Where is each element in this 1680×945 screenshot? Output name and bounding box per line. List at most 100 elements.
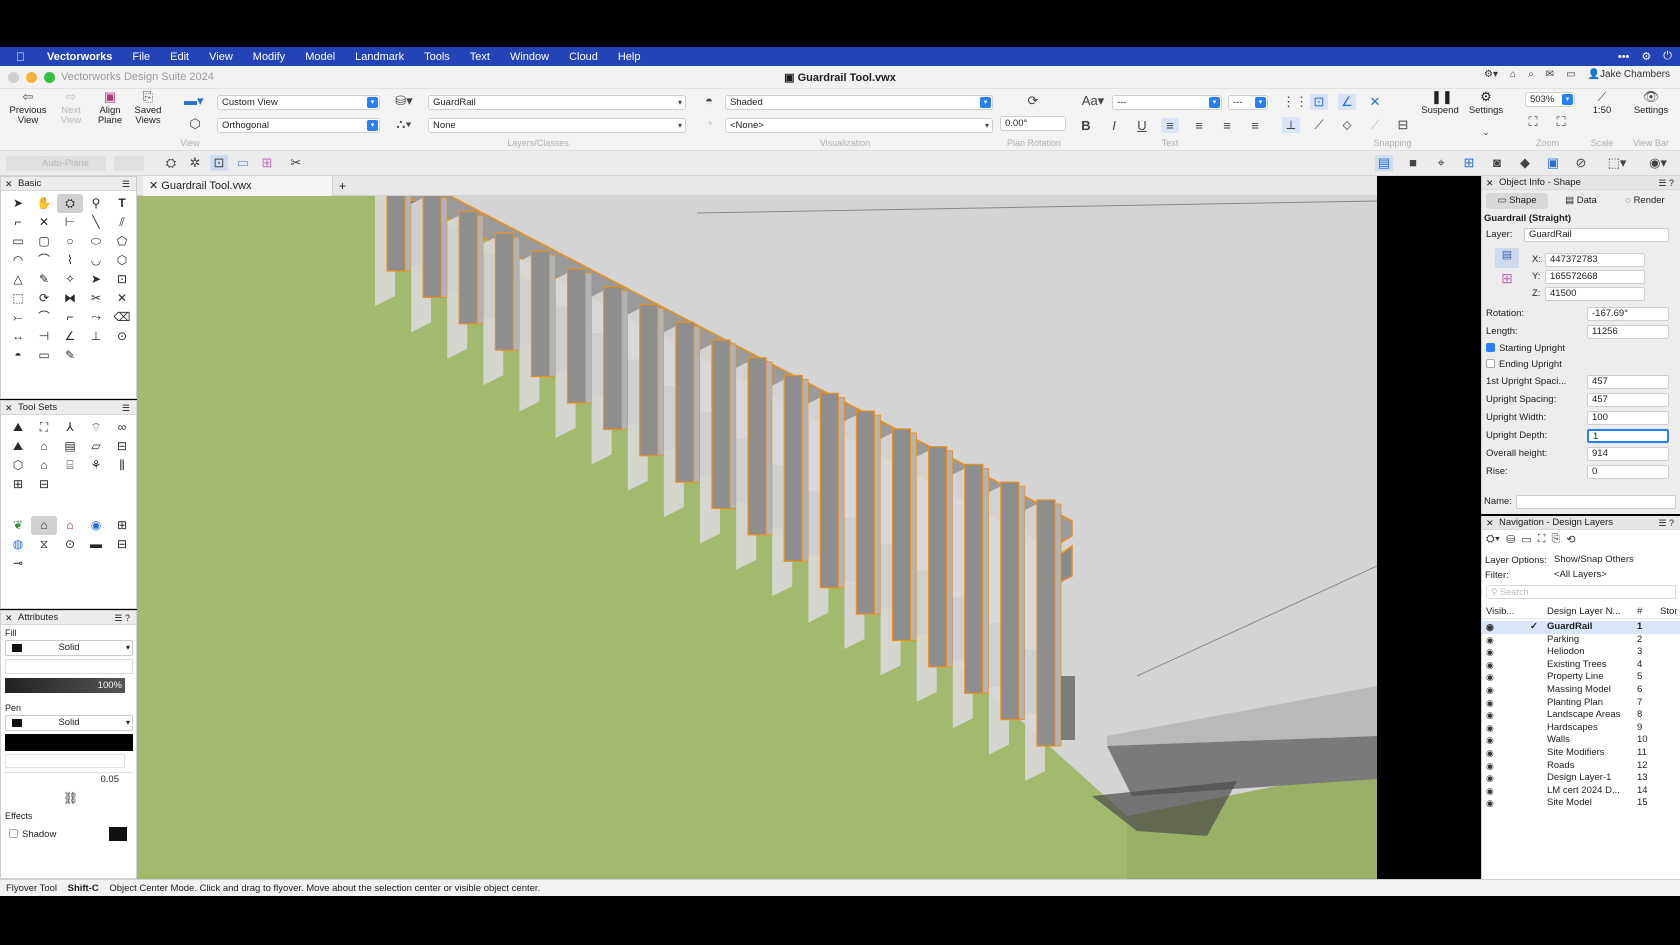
menu-help[interactable]: Help [608,51,651,63]
visualization-icon[interactable]: ◔ [700,116,718,131]
col-design-layer-name[interactable]: Design Layer N... [1547,606,1620,617]
hexagon-tool-icon[interactable]: ⬡ [109,251,135,270]
fillet-tool-icon[interactable]: ⌒ [31,308,57,327]
bold-icon[interactable]: B [1077,118,1095,133]
clip-tool-icon[interactable]: ⊡ [109,270,135,289]
text-tool-icon[interactable]: T [109,194,135,213]
mirror-tool-icon[interactable]: ⧓ [57,289,83,308]
text-size-select[interactable]: --- ▾ [1228,95,1268,110]
globe-icon[interactable]: ◉▾ [1645,155,1671,171]
layers-icon[interactable]: ⛁▾ [395,93,413,109]
active-layer-select[interactable]: GuardRail ▾ [428,95,686,110]
italic-icon[interactable]: I [1105,118,1123,133]
menu-app[interactable]: Vectorworks [37,51,122,63]
menu-help-icon[interactable]: ☰ ? [1658,516,1674,530]
zoom-tool-icon[interactable]: ⚲ [83,194,109,213]
eye-icon[interactable]: ◉ [1486,621,1494,633]
menu-help-icon[interactable]: ☰ ? [1658,176,1674,190]
polyline-tool-icon[interactable]: ⌇ [57,251,83,270]
line-weight-field[interactable]: 0.05 [5,772,133,786]
length-field[interactable]: 11256 [1587,325,1669,339]
protractor-tool-icon[interactable]: ◓ [5,346,31,365]
home-icon[interactable]: ⌂ [1510,69,1516,80]
tab-shape[interactable]: ▭ Shape [1486,193,1548,209]
layer-row[interactable]: ◉ Parking 2 [1482,634,1680,647]
roof-icon[interactable]: ⬡ [5,456,31,475]
viewports-icon[interactable]: ⛶ [1538,533,1546,549]
layer-row[interactable]: ◉ Landscape Areas 8 [1482,709,1680,722]
eye-icon[interactable]: ◉ [1486,797,1494,809]
ending-upright-row[interactable]: Ending Upright [1486,357,1676,373]
eye-icon[interactable]: ◉ [1486,785,1494,797]
classes-icon[interactable]: ⛬▾ [395,116,413,132]
layer-row[interactable]: ◉ Massing Model 6 [1482,684,1680,697]
pen-opacity-slider[interactable] [5,754,125,768]
viewbar-settings-button[interactable]: 👁 Settings [1628,90,1674,116]
working-plane-button[interactable] [114,156,144,171]
upright-depth-field[interactable]: 1 [1587,429,1669,443]
snap-smart-edge-icon[interactable]: ⟋ [1366,117,1384,133]
grid-position-icon[interactable]: ⊞ [1495,270,1519,290]
tool-settings-icon[interactable]: ✂ [287,155,305,171]
menu-icon[interactable]: ☰ [122,177,130,191]
landmark-icon[interactable]: ❦ [5,516,31,535]
scale-button[interactable]: ⟋ 1:50 [1582,90,1622,116]
chevron-down-icon[interactable]: ⌄ [1477,127,1495,138]
view-select[interactable]: Custom View ▾ [217,95,380,110]
eye-icon[interactable]: ◉ [1486,646,1494,658]
snap-tangent-icon[interactable]: ⟋ [1310,117,1328,133]
projection-icon[interactable]: ⬡ [186,116,204,132]
layer-row[interactable]: ◉ Existing Trees 4 [1482,659,1680,672]
zoom-objects-icon[interactable]: ⛶ [1552,114,1570,130]
hourglass-icon[interactable]: ⧖ [31,535,57,554]
eye-icon[interactable]: ◉ [1486,747,1494,759]
col-visibility[interactable]: Visib... [1486,606,1514,617]
eye-icon[interactable]: ◉ [1486,760,1494,772]
align-right-icon[interactable]: ≡ [1218,118,1236,133]
double-line-tool-icon[interactable]: ⫽ [109,213,135,232]
position-box-icon[interactable]: ▤ [1495,248,1519,268]
filter-select[interactable]: <All Layers> [1550,569,1674,583]
water-icon[interactable]: ◍ [5,535,31,554]
menu-cloud[interactable]: Cloud [559,51,608,63]
eye-icon[interactable]: ◉ [1486,772,1494,784]
shadow-toggle[interactable]: Shadow [9,829,56,840]
search-input[interactable]: ⚲ Search [1486,585,1676,599]
standard-views-icon[interactable]: ▬▾ [184,93,204,109]
rotate-tool-icon[interactable]: ⟳ [31,289,57,308]
sheet-layers-icon[interactable]: ▭ [1521,533,1531,549]
building-icon[interactable]: ⌂ [31,437,57,456]
previous-view-button[interactable]: ⇦ Previous View [8,90,48,126]
suspend-button[interactable]: ❚❚ Suspend [1415,90,1465,116]
grid-set-icon[interactable]: ⊞ [109,516,135,535]
references-icon[interactable]: ⟲ [1566,533,1575,549]
stair-icon[interactable]: ⌂ [31,456,57,475]
layer-row[interactable]: ◉ LM cert 2024 D... 14 [1482,785,1680,798]
x-field[interactable]: 447372783 [1545,253,1645,267]
bench-icon[interactable]: ⊟ [31,475,57,494]
search-icon[interactable]: ⌕ [1528,69,1534,80]
terrain-icon[interactable]: ⛰ [5,437,31,456]
stake-tool-icon[interactable]: ⊥ [83,327,109,346]
polygon-tool-icon[interactable]: ⬠ [109,232,135,251]
plant-icon[interactable]: ⚘ [83,456,109,475]
next-view-button[interactable]: ⇨ Next View [54,90,88,126]
plan-rotation-icon[interactable]: ⟳ [1024,93,1042,109]
layer-row[interactable]: ◉ Design Layer-1 13 [1482,772,1680,785]
active-class-select[interactable]: None ▾ [428,118,686,133]
eye-icon[interactable]: ◉ [1486,671,1494,683]
notifications-icon[interactable]: ✉ [1546,69,1554,80]
reshape-tool-icon[interactable]: ⬚ [5,289,31,308]
eye-icon[interactable]: ◉ [1486,634,1494,646]
overall-height-field[interactable]: 914 [1587,447,1669,461]
upright-width-field[interactable]: 100 [1587,411,1669,425]
snap-settings-button[interactable]: ⚙ Settings [1463,90,1509,116]
add-tab-button[interactable]: + [339,176,346,196]
document-tab[interactable]: ✕ Guardrail Tool.vwx [143,176,333,196]
close-icon[interactable]: ✕ [1486,176,1494,190]
eye-icon[interactable]: ◉ [1486,734,1494,746]
object-center-icon[interactable]: ⊡ [210,155,228,171]
layer-visibility-icon[interactable]: ▤ [1375,155,1393,171]
visibility-options-icon[interactable]: ⛭▾ [1486,533,1500,549]
split-tool-icon[interactable]: ✂ [83,289,109,308]
